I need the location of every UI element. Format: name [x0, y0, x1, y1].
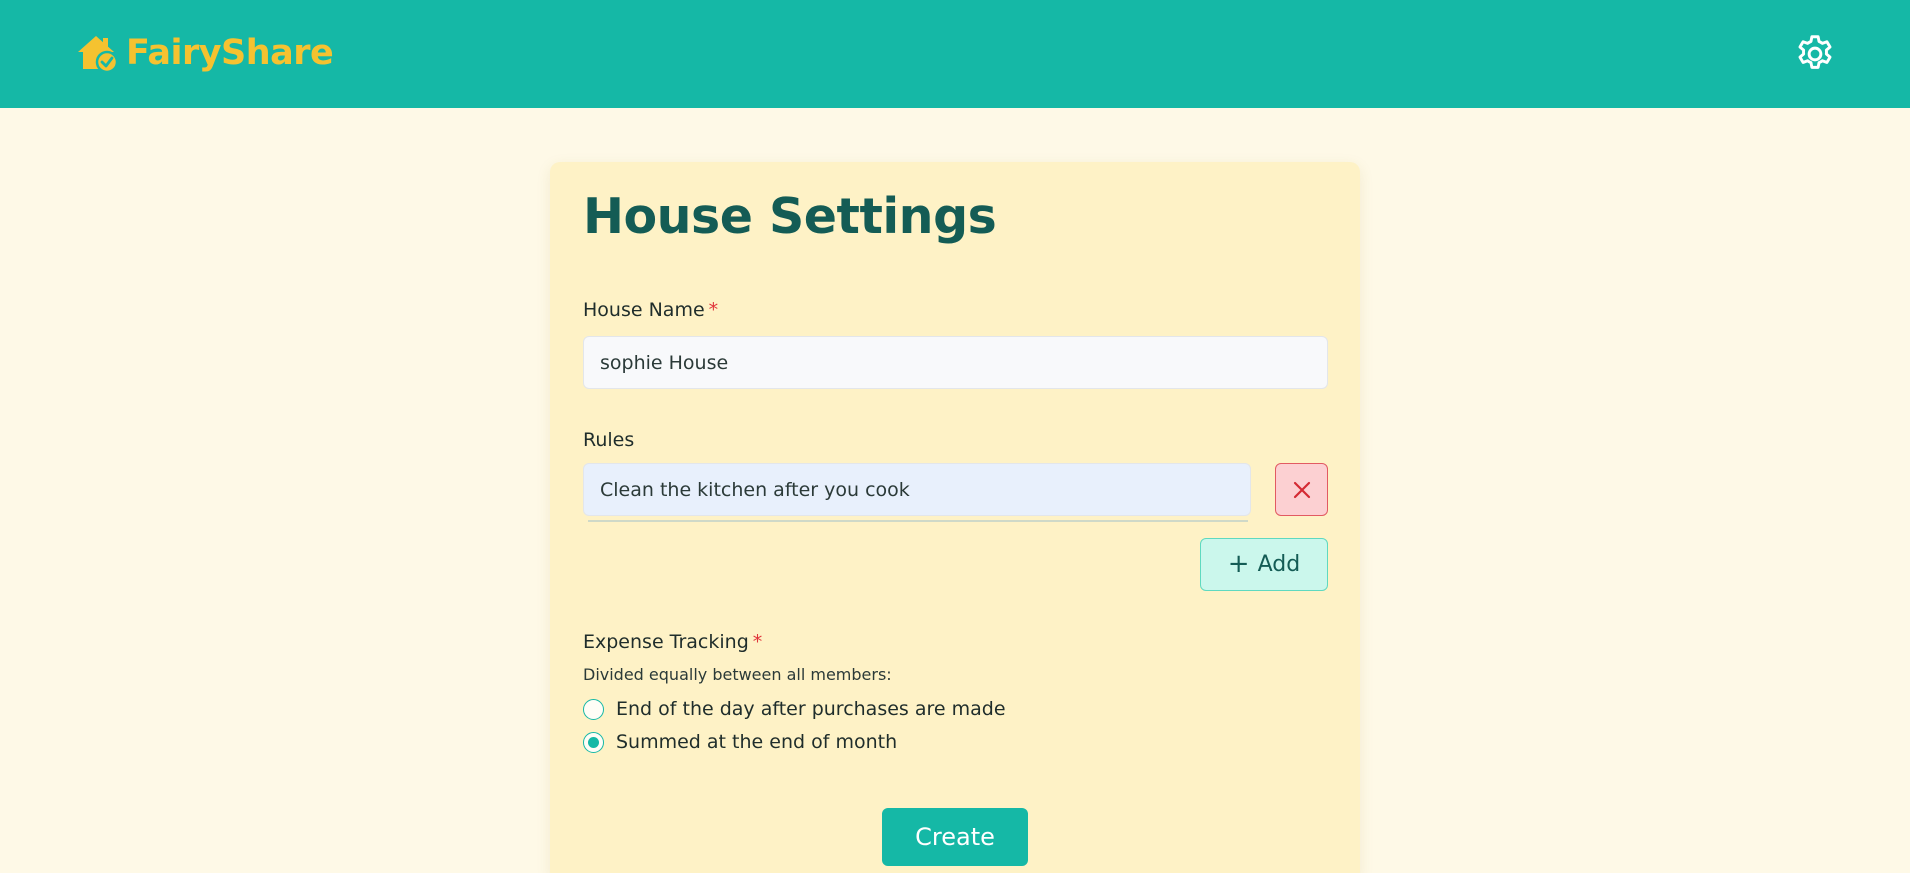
house-name-label: House Name *	[583, 299, 718, 321]
add-rule-button[interactable]: + Add	[1200, 538, 1328, 591]
gear-icon	[1798, 35, 1832, 69]
house-name-value: sophie House	[600, 351, 729, 374]
app-logo[interactable]: FairyShare	[76, 30, 334, 76]
rule-value: Clean the kitchen after you cook	[600, 478, 910, 501]
radio-option-end-of-day[interactable]: End of the day after purchases are made	[583, 698, 1006, 720]
expense-tracking-label: Expense Tracking *	[583, 631, 762, 653]
expense-tracking-label-text: Expense Tracking	[583, 631, 749, 653]
rule-divider	[588, 520, 1248, 522]
settings-card	[550, 162, 1360, 873]
settings-button[interactable]	[1793, 32, 1837, 76]
radio-button[interactable]	[583, 698, 604, 720]
close-icon	[1293, 481, 1310, 498]
required-mark: *	[752, 631, 763, 653]
house-name-label-text: House Name	[583, 299, 705, 321]
expense-tracking-description: Divided equally between all members:	[583, 665, 892, 684]
radio-option-end-of-month[interactable]: Summed at the end of month	[583, 731, 897, 753]
top-bar: FairyShare	[0, 0, 1910, 108]
radio-button-selected[interactable]	[583, 731, 604, 753]
create-button[interactable]: Create	[882, 808, 1028, 866]
rule-input[interactable]: Clean the kitchen after you cook	[583, 463, 1251, 516]
remove-rule-button[interactable]	[1275, 463, 1328, 516]
radio-option-label: Summed at the end of month	[616, 731, 898, 753]
house-name-input[interactable]: sophie House	[583, 336, 1328, 389]
house-check-icon	[78, 36, 119, 73]
page-title: House Settings	[583, 188, 997, 245]
required-mark: *	[708, 299, 719, 321]
radio-option-label: End of the day after purchases are made	[616, 698, 1006, 720]
rules-label: Rules	[583, 429, 635, 451]
app-name: FairyShare	[126, 33, 334, 73]
plus-icon: +	[1227, 548, 1250, 579]
add-rule-label: Add	[1257, 552, 1301, 577]
